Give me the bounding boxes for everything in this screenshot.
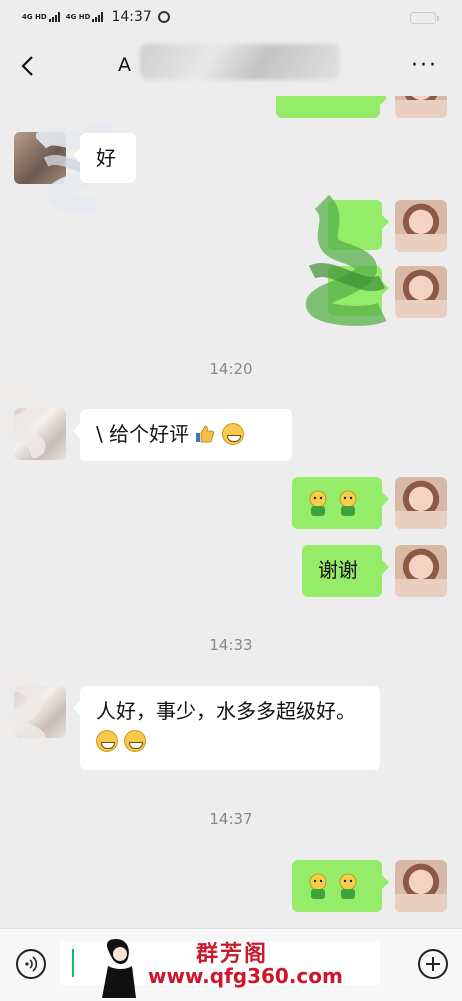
redacted-title <box>140 44 340 80</box>
chat-title: A <box>118 54 131 76</box>
avatar[interactable] <box>395 860 447 912</box>
avatar[interactable] <box>395 266 447 318</box>
watermark-url: www.qfg360.com <box>148 964 343 988</box>
more-icon[interactable]: ··· <box>411 55 438 77</box>
frog-icon <box>309 873 327 899</box>
back-icon[interactable] <box>16 53 42 79</box>
thumbs-up-icon <box>196 425 215 443</box>
message-bubble-received[interactable]: \ 给个好评 <box>73 409 292 461</box>
message-bubble-sent[interactable] <box>276 96 387 118</box>
frog-icon <box>339 873 357 899</box>
watermark-figure-icon <box>102 938 136 998</box>
voice-icon[interactable] <box>16 949 46 979</box>
chat-header: A ··· <box>0 36 462 96</box>
message-bubble-received[interactable]: 好 <box>73 133 136 183</box>
redaction-scribble <box>0 676 70 750</box>
grinning-face-icon <box>221 423 244 445</box>
avatar[interactable] <box>395 96 447 118</box>
message-text: \ 给个好评 <box>96 422 190 446</box>
message-bubble-sent[interactable] <box>292 860 389 912</box>
network-2-label: 4G HD <box>65 13 91 21</box>
grinning-face-icon <box>96 730 118 752</box>
message-text: 好 <box>96 146 116 170</box>
clock-icon <box>157 11 170 23</box>
message-list[interactable]: 好 14:20 \ 给个好评 谢谢 14:33 人好，事少，水多多超级好。 14… <box>0 96 462 928</box>
status-bar: 4G HD 4G HD 14:37 <box>0 0 462 36</box>
timestamp: 14:33 <box>209 636 253 654</box>
frog-icon <box>309 490 327 516</box>
text-cursor <box>72 949 74 977</box>
avatar[interactable] <box>395 545 447 597</box>
network-2: 4G HD <box>66 12 104 22</box>
status-time: 14:37 <box>111 9 152 25</box>
signal-icon <box>48 12 60 22</box>
battery-icon <box>410 12 439 24</box>
avatar[interactable] <box>395 200 447 252</box>
redaction-scribble <box>0 382 70 460</box>
avatar[interactable] <box>395 477 447 529</box>
redaction-scribble <box>302 192 388 332</box>
timestamp: 14:37 <box>209 810 253 828</box>
network-1: 4G HD <box>22 12 60 22</box>
network-1-label: 4G HD <box>22 13 47 21</box>
signal-icon <box>92 12 104 22</box>
message-bubble-sent[interactable] <box>292 477 389 529</box>
message-bubble-sent[interactable]: 谢谢 <box>302 545 389 597</box>
watermark: 群芳阁 www.qfg360.com <box>96 936 426 1000</box>
message-text: 谢谢 <box>318 558 358 582</box>
frog-icon <box>339 490 357 516</box>
message-bubble-received[interactable]: 人好，事少，水多多超级好。 <box>73 686 380 770</box>
message-text: 人好，事少，水多多超级好。 <box>96 699 356 723</box>
status-left: 4G HD 4G HD 14:37 <box>22 9 170 25</box>
timestamp: 14:20 <box>209 360 253 378</box>
grinning-face-icon <box>124 730 147 752</box>
